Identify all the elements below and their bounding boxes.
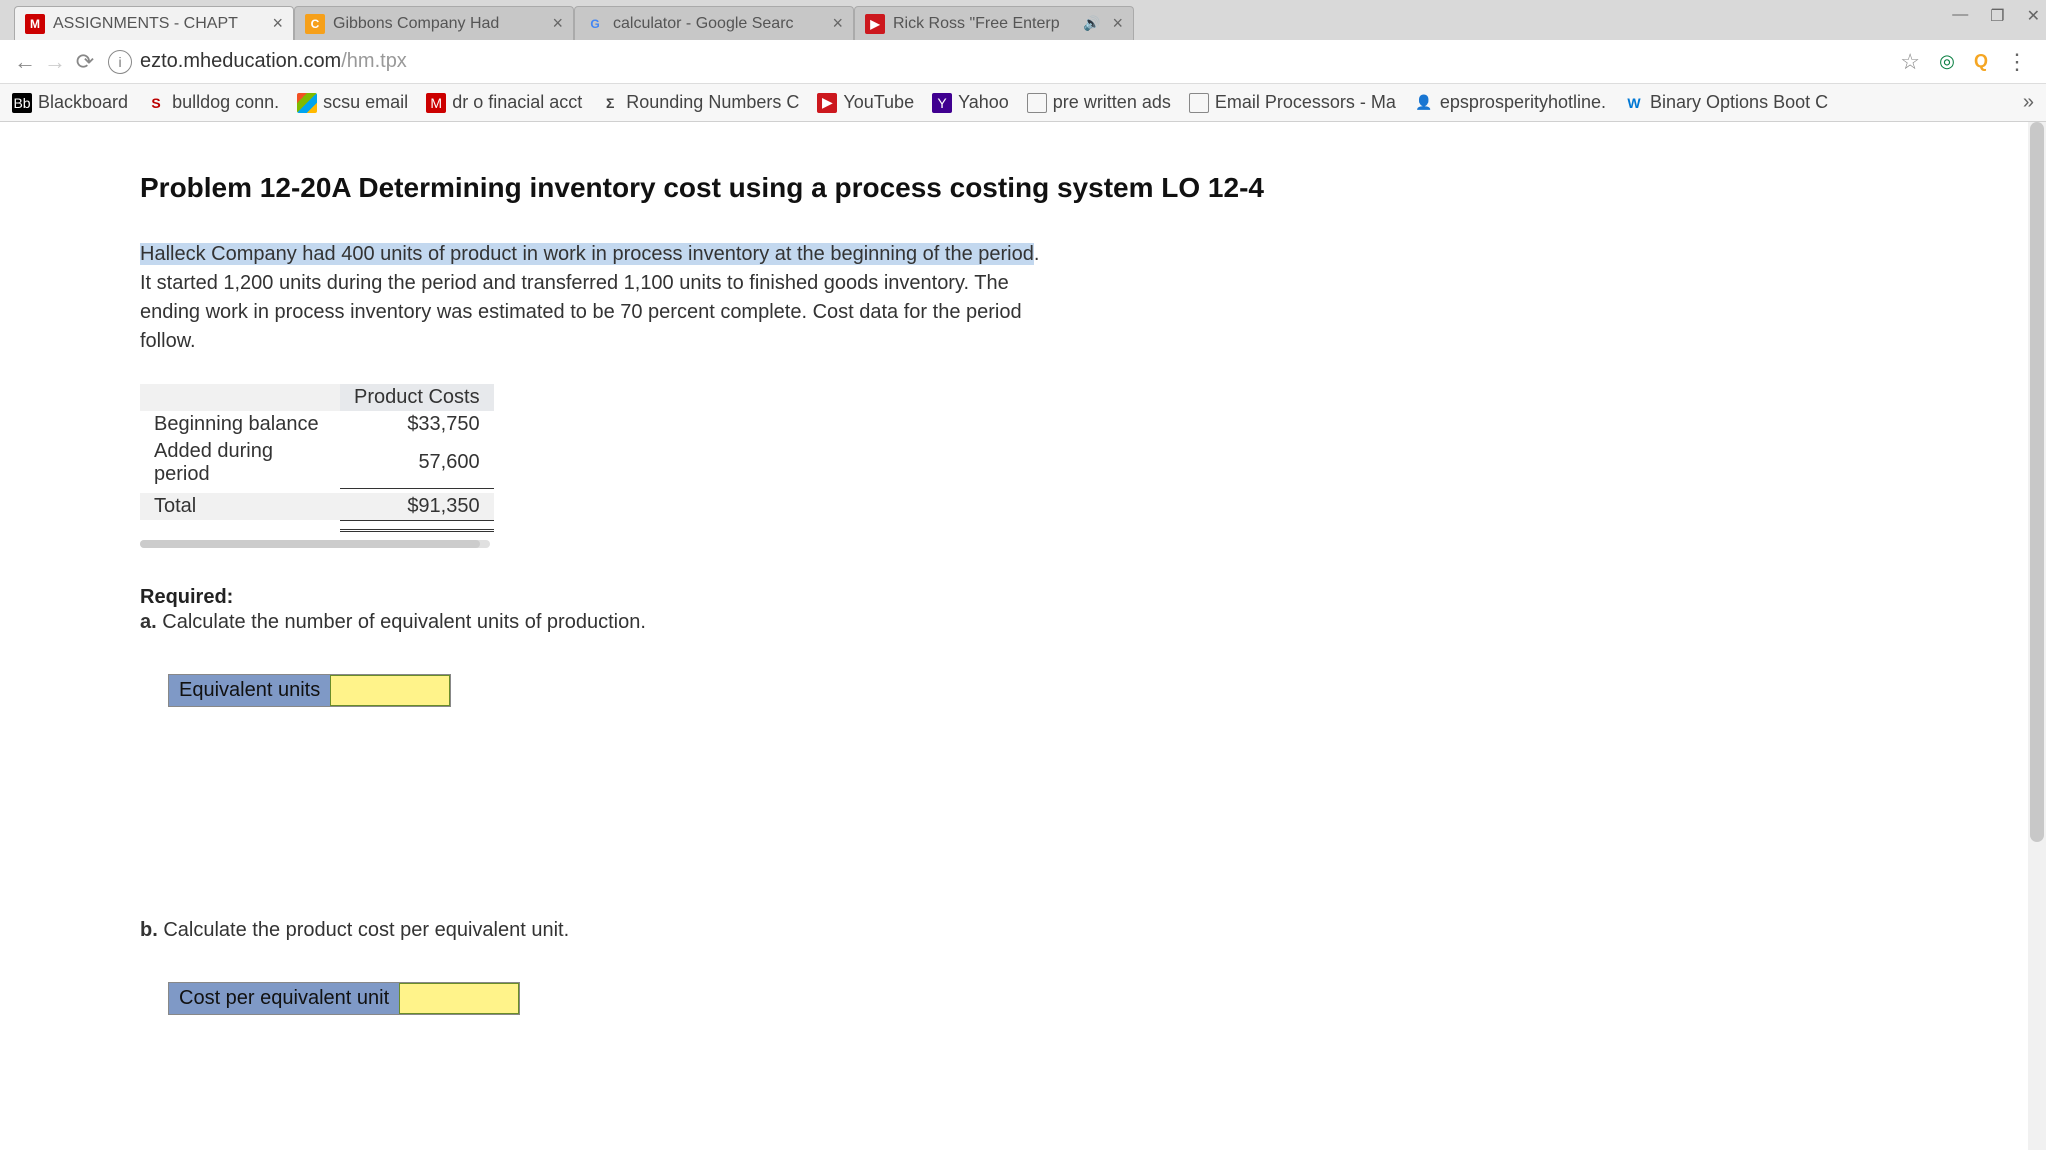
bookmark-star-icon[interactable]: ☆ — [1900, 49, 1920, 75]
url-host: ezto.mheducation.com — [140, 50, 341, 72]
bookmark-icon: Bb — [12, 93, 32, 113]
bookmark-label: Yahoo — [958, 92, 1009, 113]
bookmark-icon: Y — [932, 93, 952, 113]
browser-menu-icon[interactable]: ⋮ — [2006, 49, 2028, 75]
tab-favicon: C — [305, 14, 325, 34]
tab-close-icon[interactable]: × — [272, 13, 283, 34]
tab-title: calculator - Google Searc — [613, 15, 824, 33]
bookmark-bar: Bb Blackboard Sbulldog conn. scsu email M… — [0, 84, 2046, 122]
cost-row-label: Beginning balance — [140, 411, 340, 438]
restore-icon[interactable]: ❐ — [1990, 6, 2004, 26]
address-bar: ← → ⟳ i ezto.mheducation.com/hm.tpx ☆ ◎ … — [0, 40, 2046, 84]
cost-row-amount: $33,750 — [340, 411, 494, 438]
bookmark-item[interactable]: pre written ads — [1027, 92, 1171, 113]
bookmark-item[interactable]: 👤 epsprosperityhotline. — [1414, 92, 1606, 113]
extension-icon[interactable]: Q — [1970, 51, 1992, 73]
browser-tab[interactable]: C Gibbons Company Had × — [294, 6, 574, 40]
window-controls: — ❐ ✕ — [1952, 6, 2040, 26]
bookmark-item[interactable]: ▶ YouTube — [817, 92, 914, 113]
tab-audio-icon[interactable]: 🔊 — [1083, 15, 1100, 32]
answer-label-b: Cost per equivalent unit — [169, 983, 399, 1014]
tab-title: ASSIGNMENTS - CHAPT — [53, 15, 264, 33]
bookmark-item[interactable]: Sbulldog conn. — [146, 92, 279, 113]
bookmark-item[interactable]: Mdr o finacial acct — [426, 92, 582, 113]
url-path: /hm.tpx — [341, 50, 407, 72]
browser-tab[interactable]: G calculator - Google Searc × — [574, 6, 854, 40]
bookmark-label: pre written ads — [1053, 92, 1171, 113]
bookmark-label: Binary Options Boot C — [1650, 92, 1828, 113]
bookmark-icon: 👤 — [1414, 93, 1434, 113]
bookmark-item[interactable]: Bb Blackboard — [12, 92, 128, 113]
cost-total-amount: $91,350 — [340, 493, 494, 521]
tab-title: Rick Ross "Free Enterp — [893, 15, 1079, 33]
forward-button[interactable]: → — [40, 49, 70, 75]
equivalent-units-input[interactable] — [330, 675, 450, 706]
cost-table-header: Product Costs — [340, 384, 494, 411]
bookmark-icon: ▶ — [817, 93, 837, 113]
bookmark-label: dr o finacial acct — [452, 92, 582, 113]
bookmark-label: scsu email — [323, 92, 408, 113]
vertical-scrollbar[interactable] — [2028, 122, 2046, 1150]
bookmark-label: YouTube — [843, 92, 914, 113]
bookmark-item[interactable]: Y Yahoo — [932, 92, 1009, 113]
problem-text: Halleck Company had 400 units of product… — [140, 240, 1040, 356]
bookmark-item[interactable]: Σ Rounding Numbers C — [600, 92, 799, 113]
bookmark-icon — [297, 93, 317, 113]
highlighted-text: Halleck Company had 400 units of product… — [140, 243, 1034, 265]
bookmark-label: epsprosperityhotline. — [1440, 92, 1606, 113]
bookmark-label: Email Processors - Ma — [1215, 92, 1396, 113]
problem-title: Problem 12-20A Determining inventory cos… — [140, 172, 2046, 204]
tab-favicon: M — [25, 14, 45, 34]
tab-title: Gibbons Company Had — [333, 15, 544, 33]
bookmark-label: bulldog conn. — [172, 92, 279, 113]
requirement-b: b. Calculate the product cost per equiva… — [140, 919, 2046, 942]
requirement-a: a. Calculate the number of equivalent un… — [140, 611, 2046, 634]
cost-total-label: Total — [140, 493, 340, 521]
minimize-icon[interactable]: — — [1952, 6, 1968, 26]
bookmark-icon — [1189, 93, 1209, 113]
site-info-icon[interactable]: i — [108, 50, 132, 74]
tab-favicon: G — [585, 14, 605, 34]
bookmark-label: Blackboard — [38, 92, 128, 113]
bookmark-item[interactable]: W Binary Options Boot C — [1624, 92, 1828, 113]
bookmark-icon: W — [1624, 93, 1644, 113]
back-button[interactable]: ← — [10, 49, 40, 75]
bookmark-overflow-icon[interactable]: » — [2023, 91, 2034, 114]
answer-box-a: Equivalent units — [168, 674, 451, 707]
cost-row-amount: 57,600 — [340, 438, 494, 488]
bookmark-icon: Σ — [600, 93, 620, 113]
page-content: Problem 12-20A Determining inventory cos… — [0, 122, 2046, 1015]
bookmark-icon: S — [146, 93, 166, 113]
cost-row-label: Added during period — [140, 438, 340, 488]
browser-tab-strip: M ASSIGNMENTS - CHAPT × C Gibbons Compan… — [0, 0, 2046, 40]
answer-label-a: Equivalent units — [169, 675, 330, 706]
reload-button[interactable]: ⟳ — [70, 49, 100, 75]
extension-icon[interactable]: ◎ — [1936, 51, 1958, 73]
tab-favicon: ▶ — [865, 14, 885, 34]
bookmark-item[interactable]: Email Processors - Ma — [1189, 92, 1396, 113]
cost-table: Product Costs Beginning balance$33,750 A… — [140, 384, 494, 532]
answer-box-b: Cost per equivalent unit — [168, 982, 520, 1015]
tab-close-icon[interactable]: × — [832, 13, 843, 34]
bookmark-item[interactable]: scsu email — [297, 92, 408, 113]
tab-close-icon[interactable]: × — [552, 13, 563, 34]
url-input[interactable]: ezto.mheducation.com/hm.tpx — [140, 50, 1890, 73]
browser-tab[interactable]: ▶ Rick Ross "Free Enterp 🔊 × — [854, 6, 1134, 40]
bookmark-icon: M — [426, 93, 446, 113]
cost-per-unit-input[interactable] — [399, 983, 519, 1014]
browser-tab-active[interactable]: M ASSIGNMENTS - CHAPT × — [14, 6, 294, 40]
table-scrollbar[interactable] — [140, 540, 490, 548]
tab-close-icon[interactable]: × — [1112, 13, 1123, 34]
required-header: Required: — [140, 586, 2046, 609]
close-window-icon[interactable]: ✕ — [2027, 6, 2040, 26]
bookmark-icon — [1027, 93, 1047, 113]
bookmark-label: Rounding Numbers C — [626, 92, 799, 113]
